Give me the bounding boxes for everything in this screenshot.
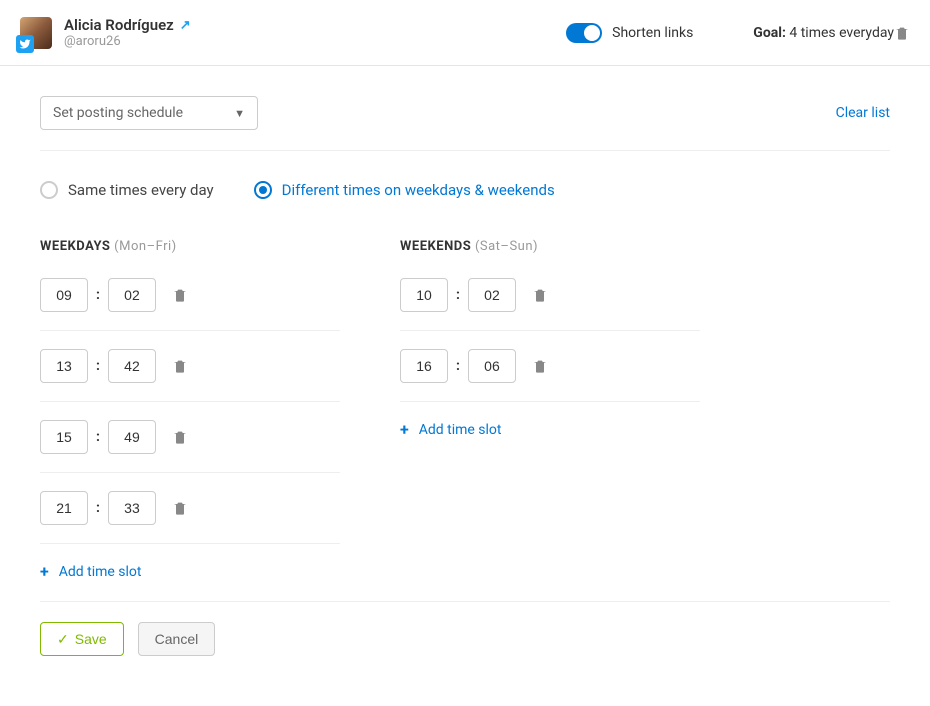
plus-icon: + <box>400 420 409 439</box>
delete-slot-button[interactable] <box>172 500 188 516</box>
weekends-heading: WEEKENDS (Sat–Sun) <box>400 239 700 254</box>
header: Alicia Rodríguez ↗ @aroru26 Shorten link… <box>0 0 930 66</box>
weekdays-sub: (Mon–Fri) <box>114 239 177 254</box>
schedule-dropdown[interactable]: Set posting schedule ▼ <box>40 96 258 130</box>
goal-label: Goal: <box>753 25 786 41</box>
minute-input[interactable] <box>108 349 156 383</box>
colon: : <box>96 287 100 303</box>
weekends-sub: (Sat–Sun) <box>475 239 538 254</box>
cancel-button[interactable]: Cancel <box>138 622 216 656</box>
content: Set posting schedule ▼ Clear list Same t… <box>0 66 930 706</box>
shorten-links-toggle[interactable] <box>566 23 602 43</box>
radio-same-times[interactable]: Same times every day <box>40 181 214 199</box>
hour-input[interactable] <box>40 420 88 454</box>
clear-list-link[interactable]: Clear list <box>836 105 890 121</box>
time-row: : <box>40 349 340 402</box>
save-button[interactable]: ✓ Save <box>40 622 124 656</box>
minute-input[interactable] <box>468 349 516 383</box>
avatar-wrap <box>20 17 52 49</box>
goal-value: 4 times everyday <box>789 25 894 41</box>
colon: : <box>96 429 100 445</box>
delete-slot-button[interactable] <box>172 358 188 374</box>
radio-same-label: Same times every day <box>68 181 214 199</box>
shorten-links-label: Shorten links <box>612 25 693 41</box>
colon: : <box>456 287 460 303</box>
shorten-links-toggle-wrap: Shorten links <box>566 23 693 43</box>
colon: : <box>456 358 460 374</box>
weekends-column: WEEKENDS (Sat–Sun) : : + Add time slot <box>400 239 700 581</box>
twitter-icon <box>16 35 34 53</box>
weekdays-heading: WEEKDAYS (Mon–Fri) <box>40 239 340 254</box>
radio-diff-label: Different times on weekdays & weekends <box>282 181 555 199</box>
chevron-down-icon: ▼ <box>234 107 245 120</box>
add-slot-label: Add time slot <box>59 564 142 580</box>
hour-input[interactable] <box>40 491 88 525</box>
top-controls: Set posting schedule ▼ Clear list <box>40 96 890 130</box>
check-icon: ✓ <box>57 631 69 648</box>
delete-slot-button[interactable] <box>172 429 188 445</box>
time-columns: WEEKDAYS (Mon–Fri) : : : <box>40 239 890 581</box>
time-row: : <box>400 278 700 331</box>
schedule-mode-radio-group: Same times every day Different times on … <box>40 181 890 199</box>
dropdown-label: Set posting schedule <box>53 105 183 121</box>
divider <box>40 150 890 151</box>
delete-slot-button[interactable] <box>532 358 548 374</box>
add-weekday-slot-button[interactable]: + Add time slot <box>40 562 340 581</box>
hour-input[interactable] <box>400 278 448 312</box>
time-row: : <box>40 420 340 473</box>
delete-slot-button[interactable] <box>532 287 548 303</box>
cancel-label: Cancel <box>155 631 199 647</box>
add-slot-label: Add time slot <box>419 422 502 438</box>
external-link-icon[interactable]: ↗ <box>180 18 191 33</box>
footer-actions: ✓ Save Cancel <box>40 601 890 676</box>
hour-input[interactable] <box>400 349 448 383</box>
minute-input[interactable] <box>108 491 156 525</box>
user-name-text: Alicia Rodríguez <box>64 16 174 34</box>
radio-icon <box>254 181 272 199</box>
goal: Goal: 4 times everyday <box>753 25 894 41</box>
hour-input[interactable] <box>40 278 88 312</box>
hour-input[interactable] <box>40 349 88 383</box>
time-row: : <box>40 278 340 331</box>
delete-slot-button[interactable] <box>172 287 188 303</box>
time-row: : <box>400 349 700 402</box>
time-row: : <box>40 491 340 544</box>
plus-icon: + <box>40 562 49 581</box>
delete-profile-button[interactable] <box>894 25 910 41</box>
radio-different-times[interactable]: Different times on weekdays & weekends <box>254 181 555 199</box>
colon: : <box>96 500 100 516</box>
user-handle: @aroru26 <box>64 34 191 49</box>
minute-input[interactable] <box>108 420 156 454</box>
weekdays-column: WEEKDAYS (Mon–Fri) : : : <box>40 239 340 581</box>
radio-icon <box>40 181 58 199</box>
save-label: Save <box>75 631 107 647</box>
add-weekend-slot-button[interactable]: + Add time slot <box>400 420 700 439</box>
user-info: Alicia Rodríguez ↗ @aroru26 <box>64 16 191 49</box>
minute-input[interactable] <box>468 278 516 312</box>
minute-input[interactable] <box>108 278 156 312</box>
colon: : <box>96 358 100 374</box>
weekends-heading-text: WEEKENDS <box>400 239 471 254</box>
weekdays-heading-text: WEEKDAYS <box>40 239 110 254</box>
user-name[interactable]: Alicia Rodríguez ↗ <box>64 16 191 34</box>
